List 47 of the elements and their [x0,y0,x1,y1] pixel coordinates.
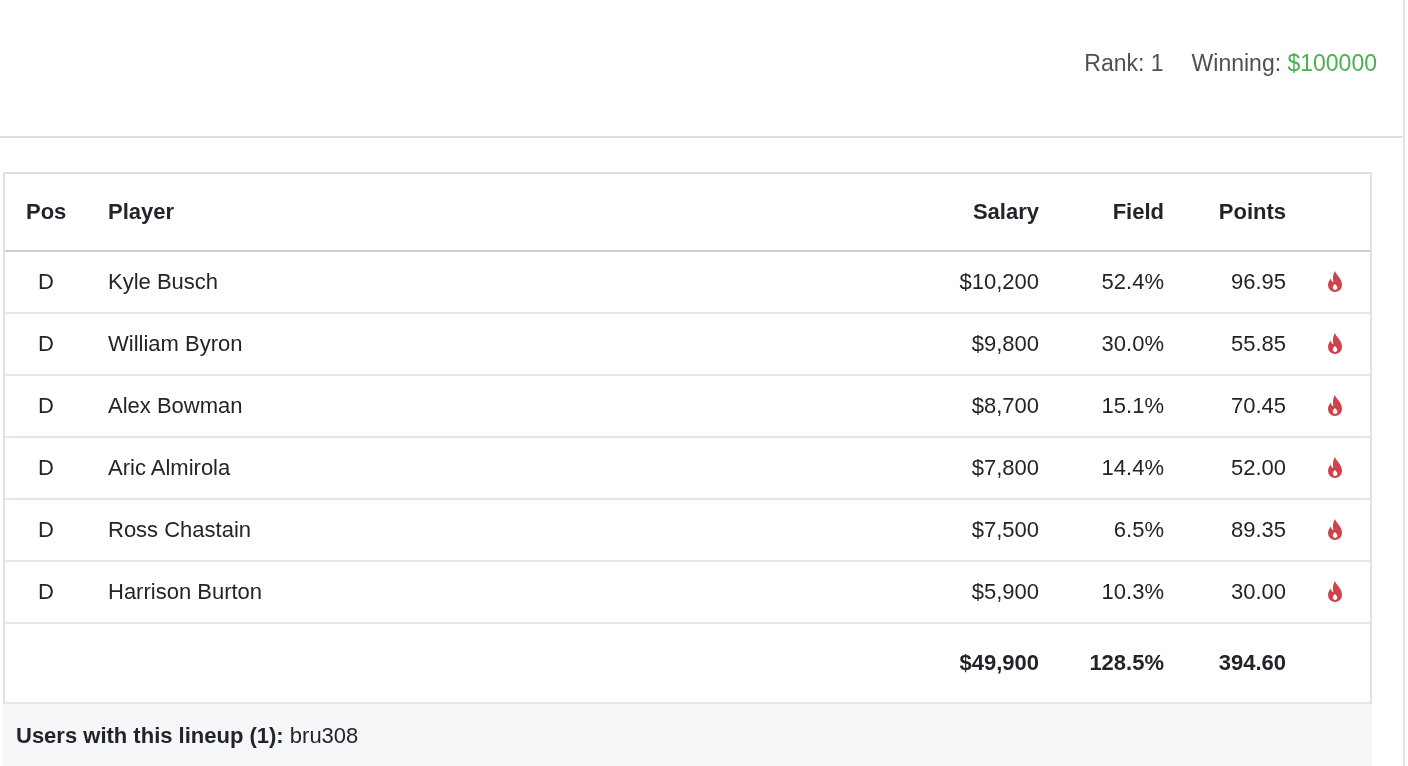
column-header: Pos [25,199,68,225]
table-cell-text: 89.35 [1229,517,1287,543]
table-cell-text: 55.85 [1229,331,1287,357]
table-cell-text: Alex Bowman [107,393,244,419]
users-text: Users with this lineup (1): bru308 [16,723,359,749]
total-cell-text: 394.60 [1217,650,1287,676]
table-cell-text: D [37,579,55,605]
table-cell-text: 30.00 [1229,579,1287,605]
table-cell-text: Ross Chastain [107,517,253,543]
rank-text: Rank: 1 [1084,50,1164,77]
table-cell-text: $10,200 [958,269,1040,295]
table-cell-text: 70.45 [1229,393,1287,419]
flame-icon [1325,580,1345,604]
flame-icon [1325,332,1345,356]
table-cell-text: 6.5% [1112,517,1165,543]
table-cell-text: $5,900 [970,579,1040,605]
table-cell-text: D [37,455,55,481]
flame-icon [1325,394,1345,418]
table-cell-text: D [37,517,55,543]
table-cell-text: $8,700 [970,393,1040,419]
table-cell-text: $7,500 [970,517,1040,543]
table-cell-text: 14.4% [1100,455,1165,481]
table-cell-text: Harrison Burton [107,579,264,605]
table-cell-text: 15.1% [1100,393,1165,419]
table-cell-text: D [37,331,55,357]
table-cell-text: D [37,269,55,295]
column-header: Salary [971,199,1040,225]
table-cell-text: 10.3% [1100,579,1165,605]
table-cell-text: 52.00 [1229,455,1287,481]
table-cell-text: $7,800 [970,455,1040,481]
winning-text: Winning: $100000 [1191,50,1377,77]
column-header: Field [1111,199,1165,225]
table-cell-text: 52.4% [1100,269,1165,295]
flame-icon [1325,270,1345,294]
table-cell-text: 96.95 [1229,269,1287,295]
table-cell-text: 30.0% [1100,331,1165,357]
column-header: Player [107,199,176,225]
table-cell-text: Aric Almirola [107,455,232,481]
column-header: Points [1217,199,1287,225]
flame-icon [1325,456,1345,480]
table-cell-text: $9,800 [970,331,1040,357]
flame-icon [1325,518,1345,542]
total-cell-text: 128.5% [1088,650,1165,676]
table-cell-text: William Byron [107,331,244,357]
total-cell-text: $49,900 [958,650,1040,676]
table-cell-text: Kyle Busch [107,269,220,295]
table-cell-text: D [37,393,55,419]
